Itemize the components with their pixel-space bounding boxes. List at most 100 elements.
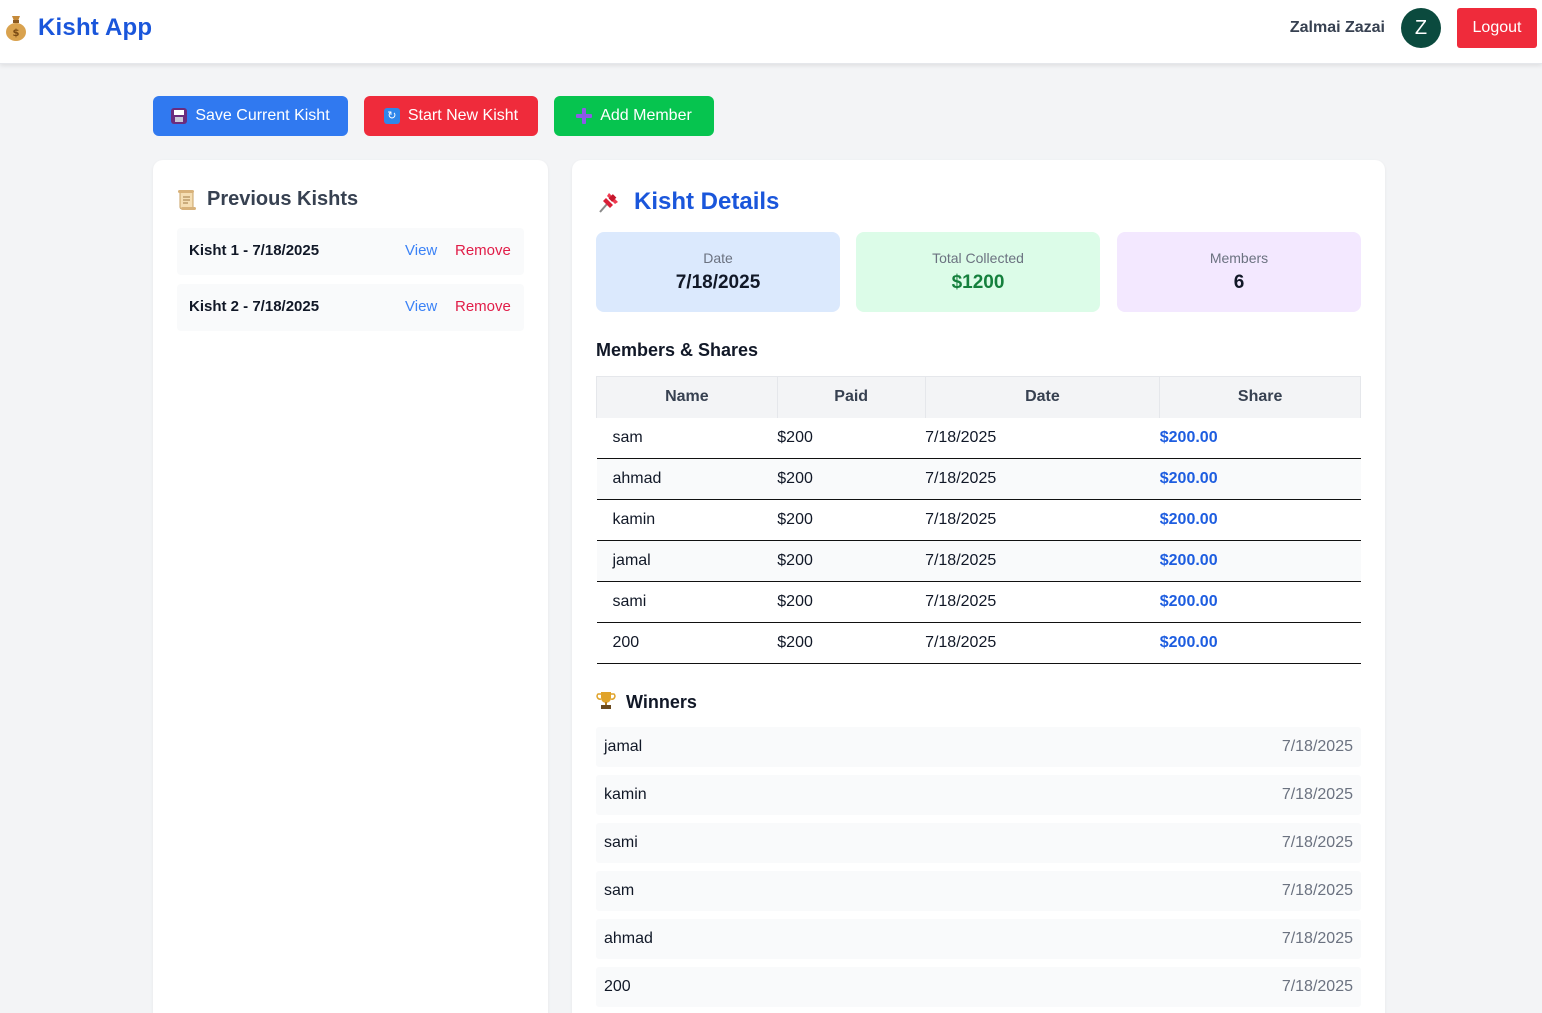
member-name: kamin (596, 499, 778, 541)
save-current-kisht-button[interactable]: Save Current Kisht (153, 96, 348, 136)
previous-kisht-item: Kisht 1 - 7/18/2025 View Remove (177, 228, 524, 275)
scroll-icon (177, 189, 197, 211)
user-name: Zalmai Zazai (1289, 19, 1385, 36)
winners-title: Winners (626, 692, 697, 712)
member-paid: $200 (777, 499, 926, 541)
list-item: sami 7/18/2025 (596, 823, 1361, 863)
member-paid: $200 (777, 417, 926, 459)
member-name: 200 (596, 622, 778, 664)
table-row: kamin $200 7/18/2025 $200.00 (596, 499, 1361, 541)
previous-kisht-label: Kisht 2 - 7/18/2025 (189, 298, 320, 315)
kisht-details-heading: Kisht Details (596, 188, 779, 216)
member-name: sam (596, 417, 778, 459)
member-date: 7/18/2025 (925, 458, 1160, 500)
members-shares-heading: Members & Shares (596, 340, 759, 360)
table-row: sami $200 7/18/2025 $200.00 (596, 581, 1361, 623)
winner-name: sami (604, 834, 638, 851)
member-date: 7/18/2025 (925, 581, 1160, 623)
table-row: sam $200 7/18/2025 $200.00 (596, 417, 1361, 459)
winner-date: 7/18/2025 (1281, 834, 1353, 851)
member-name: sami (596, 581, 778, 623)
add-label: Add Member (600, 107, 692, 124)
column-header: Date (924, 376, 1161, 418)
view-link[interactable]: View (405, 242, 437, 259)
winner-date: 7/18/2025 (1281, 930, 1353, 947)
stat-date-label: Date (703, 250, 733, 266)
refresh-icon: ↻ (383, 108, 400, 124)
top-header: $ Kisht App Zalmai Zazai Z Logout (0, 0, 1542, 64)
previous-kishts-panel: Previous Kishts Kisht 1 - 7/18/2025 View… (153, 160, 548, 1013)
stat-members-value: 6 (1233, 272, 1245, 293)
stat-members: Members 6 (1117, 232, 1361, 312)
member-paid: $200 (777, 458, 926, 500)
member-name: ahmad (596, 458, 778, 500)
pushpin-icon (596, 189, 622, 215)
start-new-kisht-button[interactable]: ↻ Start New Kisht (364, 96, 538, 136)
avatar-letter: Z (1414, 16, 1428, 39)
winner-name: ahmad (604, 930, 653, 947)
column-header: Share (1159, 376, 1361, 418)
member-share: $200.00 (1159, 417, 1361, 459)
winner-name: jamal (604, 738, 643, 755)
winner-name: sam (604, 882, 635, 899)
avatar[interactable]: Z (1401, 8, 1441, 48)
list-item: kamin 7/18/2025 (596, 775, 1361, 815)
add-member-button[interactable]: Add Member (554, 96, 714, 136)
table-header-row: Name Paid Date Share (596, 376, 1361, 418)
stat-date-value: 7/18/2025 (675, 272, 761, 293)
list-item: ahmad 7/18/2025 (596, 919, 1361, 959)
save-label: Save Current Kisht (195, 107, 330, 124)
winner-name: 200 (604, 978, 631, 995)
list-item: jamal 7/18/2025 (596, 727, 1361, 767)
member-date: 7/18/2025 (925, 499, 1160, 541)
member-paid: $200 (777, 622, 926, 664)
winner-date: 7/18/2025 (1281, 978, 1353, 995)
member-date: 7/18/2025 (925, 540, 1160, 582)
stat-members-label: Members (1209, 250, 1269, 266)
member-paid: $200 (777, 581, 926, 623)
kisht-details-panel: Kisht Details Date 7/18/2025 Total Colle… (572, 160, 1385, 1013)
previous-kisht-label: Kisht 1 - 7/18/2025 (189, 242, 320, 259)
member-share: $200.00 (1159, 581, 1361, 623)
previous-kisht-item: Kisht 2 - 7/18/2025 View Remove (177, 284, 524, 331)
winner-date: 7/18/2025 (1281, 786, 1353, 803)
member-name: jamal (596, 540, 778, 582)
winner-name: kamin (604, 786, 647, 803)
members-table: Name Paid Date Share sam $200 7/18/2025 … (596, 376, 1361, 664)
column-header: Paid (776, 376, 926, 418)
brand[interactable]: $ Kisht App (4, 14, 152, 42)
money-bag-icon: $ (4, 14, 28, 42)
trophy-icon (596, 690, 616, 715)
table-row: jamal $200 7/18/2025 $200.00 (596, 540, 1361, 582)
list-item: sam 7/18/2025 (596, 871, 1361, 911)
kisht-details-title: Kisht Details (634, 188, 780, 215)
member-date: 7/18/2025 (925, 417, 1160, 459)
previous-kishts-title: Previous Kishts (207, 188, 359, 210)
remove-link[interactable]: Remove (455, 242, 511, 259)
remove-link[interactable]: Remove (455, 298, 511, 315)
view-link[interactable]: View (405, 298, 437, 315)
member-share: $200.00 (1159, 622, 1361, 664)
member-date: 7/18/2025 (925, 622, 1160, 664)
stat-date: Date 7/18/2025 (596, 232, 840, 312)
plus-icon (576, 108, 593, 124)
table-row: ahmad $200 7/18/2025 $200.00 (596, 458, 1361, 500)
new-label: Start New Kisht (407, 107, 519, 124)
floppy-disk-icon (171, 108, 188, 124)
table-row: 200 $200 7/18/2025 $200.00 (596, 622, 1361, 664)
app-title: Kisht App (38, 14, 153, 41)
winners-heading: Winners (596, 690, 697, 715)
member-share: $200.00 (1159, 540, 1361, 582)
stat-total-label: Total Collected (932, 250, 1024, 266)
list-item: 200 7/18/2025 (596, 967, 1361, 1007)
stat-total-collected: Total Collected $1200 (856, 232, 1100, 312)
previous-kishts-heading: Previous Kishts (177, 188, 358, 211)
column-header: Name (596, 376, 778, 418)
member-share: $200.00 (1159, 499, 1361, 541)
logout-button[interactable]: Logout (1457, 8, 1537, 48)
stat-total-value: $1200 (951, 272, 1005, 293)
winner-date: 7/18/2025 (1281, 882, 1353, 899)
winner-date: 7/18/2025 (1281, 738, 1353, 755)
svg-text:$: $ (13, 28, 20, 39)
member-paid: $200 (777, 540, 926, 582)
